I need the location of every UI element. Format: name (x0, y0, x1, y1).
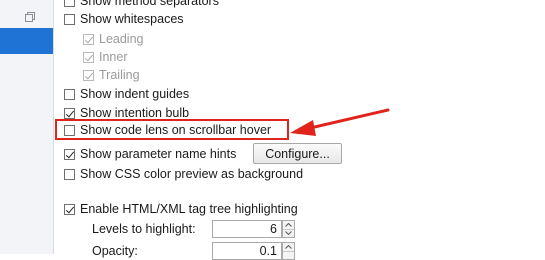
option-label: Leading (99, 32, 144, 46)
option-trailing: Trailing (83, 66, 140, 84)
option-label: Enable HTML/XML tag tree highlighting (80, 202, 298, 216)
configure-button[interactable]: Configure... (253, 143, 342, 164)
levels-input[interactable]: 6 (212, 220, 282, 238)
method-separators-checkbox[interactable] (64, 0, 75, 7)
option-tag-tree-highlighting[interactable]: Enable HTML/XML tag tree highlighting (64, 200, 298, 218)
option-label: Show method separators (80, 0, 219, 8)
option-indent-guides[interactable]: Show indent guides (64, 85, 189, 103)
leading-checkbox (83, 33, 94, 45)
chevron-down-icon[interactable] (283, 229, 294, 237)
parameter-hints-checkbox[interactable] (64, 148, 75, 160)
inner-checkbox (83, 51, 94, 63)
opacity-input[interactable]: 0.1 (212, 242, 282, 260)
sidebar-item-selected[interactable] (0, 28, 53, 54)
annotation-highlight-box (55, 119, 289, 140)
option-show-whitespaces[interactable]: Show whitespaces (64, 10, 184, 28)
copy-icon (25, 12, 35, 22)
css-color-preview-checkbox[interactable] (64, 168, 75, 180)
levels-label: Levels to highlight: (92, 222, 196, 236)
option-inner: Inner (83, 48, 128, 66)
indent-guides-checkbox[interactable] (64, 88, 75, 100)
option-parameter-hints[interactable]: Show parameter name hints (64, 145, 236, 163)
option-label: Show intention bulb (80, 106, 190, 120)
chevron-up-icon[interactable] (283, 243, 294, 252)
option-label: Trailing (99, 68, 140, 82)
option-method-separators[interactable]: Show method separators (64, 0, 219, 10)
option-label: Show whitespaces (80, 12, 184, 26)
intention-bulb-checkbox[interactable] (64, 107, 75, 119)
settings-sidebar (0, 0, 54, 254)
trailing-checkbox (83, 69, 94, 81)
show-whitespaces-checkbox[interactable] (64, 13, 75, 25)
opacity-spinner[interactable] (282, 242, 295, 260)
option-label: Show parameter name hints (80, 147, 237, 161)
option-label: Inner (99, 50, 128, 64)
option-label: Show CSS color preview as background (80, 167, 304, 181)
option-label: Show indent guides (80, 87, 190, 101)
levels-spinner[interactable] (282, 220, 295, 238)
opacity-label: Opacity: (92, 244, 138, 258)
option-leading: Leading (83, 30, 144, 48)
option-css-color-preview[interactable]: Show CSS color preview as background (64, 165, 303, 183)
tag-tree-highlighting-checkbox[interactable] (64, 203, 75, 215)
